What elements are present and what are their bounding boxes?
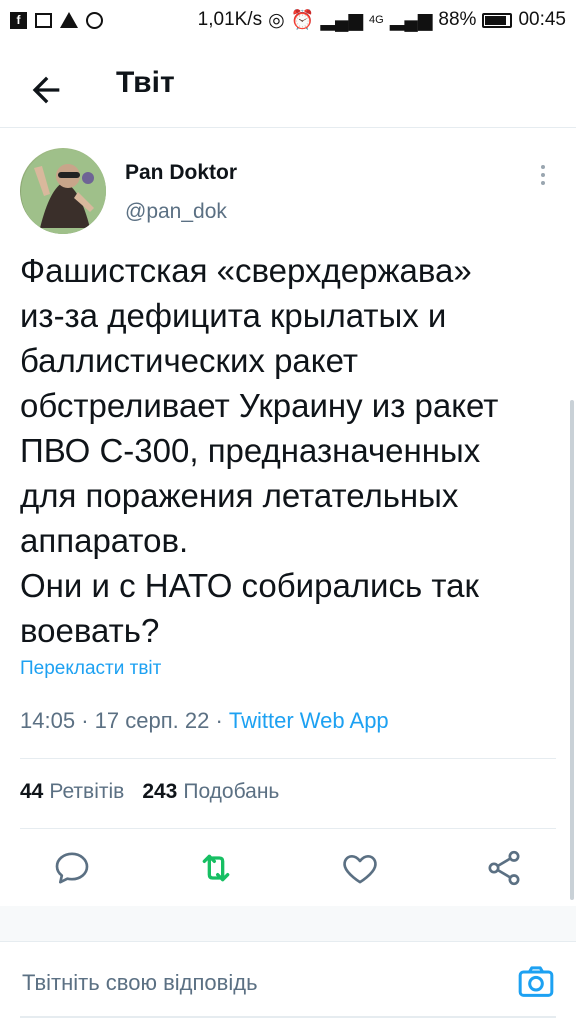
tweet-actions [20, 840, 556, 900]
clock: 00:45 [518, 9, 566, 30]
avatar[interactable] [20, 148, 106, 234]
tweet-time: 14:05 [20, 708, 76, 733]
facebook-icon: f [10, 11, 27, 29]
camera-icon[interactable] [516, 962, 556, 1002]
reply-input[interactable]: Твітніть свою відповідь [22, 970, 258, 996]
heart-icon[interactable] [340, 848, 380, 888]
arrow-left-icon[interactable] [26, 70, 66, 110]
network-speed: 1,01K/s [197, 9, 263, 30]
avatar-image [21, 149, 106, 234]
status-bar: f 1,01K/s ◎ ⏰ ▂▄▆ 4G ▂▄▆ 88% 00:45 [0, 0, 576, 40]
warning-icon [60, 12, 78, 28]
tweet-metadata: 14:05 · 17 серп. 22 · Twitter Web App [20, 708, 389, 734]
battery-icon [482, 12, 513, 28]
author-name[interactable]: Pan Doktor [125, 161, 237, 185]
alarm-icon: ⏰ [290, 10, 315, 31]
wifi-icon: ◎ [268, 9, 285, 31]
scrollbar[interactable] [570, 400, 574, 900]
retweets-count: 44 [20, 780, 44, 803]
more-vertical-icon[interactable] [528, 160, 558, 190]
share-icon[interactable] [484, 848, 524, 888]
retweets-label: Ретвітів [49, 780, 125, 803]
smiley-icon [86, 11, 103, 29]
source-app-link[interactable]: Twitter Web App [229, 708, 389, 733]
divider [20, 758, 556, 759]
likes-stat[interactable]: 243 Подобань [142, 780, 279, 804]
network-type: 4G [369, 14, 384, 26]
translate-tweet-link[interactable]: Перекласти твіт [20, 658, 161, 680]
likes-label: Подобань [183, 780, 280, 803]
separator: · [215, 708, 229, 733]
page-title: Твіт [116, 66, 175, 99]
header: Твіт [0, 50, 576, 128]
signal-icon: ▂▄▆ [320, 9, 364, 31]
reply-underline [20, 1016, 556, 1018]
notification-icons: f [10, 11, 103, 29]
divider [20, 828, 556, 829]
retweet-icon[interactable] [196, 848, 236, 888]
tweet-date: 17 серп. 22 [94, 708, 210, 733]
tweet-stats: 44 Ретвітів 243 Подобань [20, 780, 279, 804]
author-handle[interactable]: @pan_dok [125, 200, 227, 224]
battery-percent: 88% [438, 9, 477, 30]
separator: · [81, 708, 95, 733]
section-gap [0, 906, 576, 942]
retweets-stat[interactable]: 44 Ретвітів [20, 780, 124, 804]
tweet-text: Фашистская «сверхдержава» из-за дефицита… [20, 252, 499, 649]
image-icon [35, 12, 52, 28]
likes-count: 243 [142, 780, 178, 803]
comment-icon[interactable] [52, 848, 92, 888]
signal-icon-2: ▂▄▆ [389, 9, 433, 31]
